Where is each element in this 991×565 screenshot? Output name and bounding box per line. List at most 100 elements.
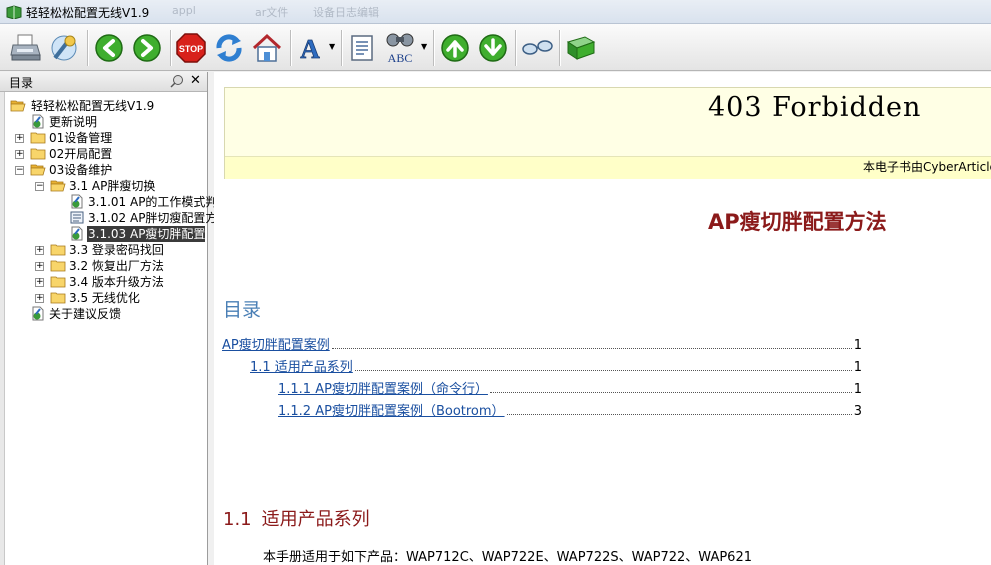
- toolbar-separator: [559, 30, 560, 66]
- pin-icon[interactable]: [170, 74, 184, 88]
- binoculars-icon: ABC: [386, 33, 414, 65]
- ghost-tab: ar文件: [255, 6, 289, 19]
- main-toolbar: STOP A ▼ ABC ▼: [0, 24, 991, 71]
- tree-item-label: 02开局配置: [49, 147, 113, 161]
- expand-icon[interactable]: +: [35, 262, 44, 271]
- tree-item-label: 01设备管理: [49, 131, 113, 145]
- find-dropdown-icon[interactable]: ▼: [421, 42, 427, 51]
- arrow-up-icon: [441, 34, 469, 62]
- bookmark-button[interactable]: [564, 31, 598, 65]
- book-icon: [566, 36, 596, 60]
- toc-leader: [354, 359, 852, 371]
- close-icon[interactable]: ✕: [190, 73, 201, 88]
- highlight-button[interactable]: [520, 31, 554, 65]
- ghost-tab: appl: [172, 4, 196, 17]
- book-app-icon: [6, 5, 22, 19]
- stop-button[interactable]: STOP: [175, 31, 207, 65]
- print-button[interactable]: [9, 31, 43, 65]
- font-button[interactable]: A: [295, 31, 329, 65]
- toc-page-number: 1: [853, 360, 862, 375]
- find-button[interactable]: ABC: [382, 31, 420, 65]
- tree-item-label: 更新说明: [49, 115, 98, 129]
- toc-page-number: 3: [853, 404, 862, 419]
- arrow-down-icon: [479, 34, 507, 62]
- body-paragraph: 本手册适用于如下产品：WAP712C、WAP722E、WAP722S、WAP72…: [263, 550, 752, 565]
- expand-icon[interactable]: +: [15, 134, 24, 143]
- toc-link[interactable]: 1.1.1 AP瘦切胖配置案例（命令行）: [278, 378, 488, 397]
- expand-icon[interactable]: +: [35, 294, 44, 303]
- folder-icon: [50, 276, 66, 288]
- tree-item-label: 3.1.03 AP瘦切胖配置案: [87, 226, 205, 242]
- toc-entry[interactable]: 1.1.2 AP瘦切胖配置案例（Bootrom） 3: [278, 400, 862, 419]
- notes-icon: [351, 35, 373, 61]
- tools-icon: [51, 35, 77, 61]
- document-view: 403 Forbidden 本电子书由CyberArticle AP瘦切胖配置方…: [214, 72, 991, 565]
- tree-item-label: 03设备维护: [49, 163, 113, 177]
- toc-link[interactable]: 1.1.2 AP瘦切胖配置案例（Bootrom）: [278, 400, 505, 419]
- glasses-icon: [522, 40, 553, 55]
- folder-icon: [30, 148, 46, 160]
- back-button[interactable]: [93, 31, 125, 65]
- notes-button[interactable]: [346, 31, 378, 65]
- section-title: 适用产品系列: [261, 509, 370, 530]
- toolbar-separator: [341, 30, 342, 66]
- folder-icon: [50, 260, 66, 272]
- stop-label: STOP: [179, 44, 203, 54]
- toolbar-separator: [515, 30, 516, 66]
- printer-icon: [10, 34, 41, 61]
- find-button-label: ABC: [388, 51, 413, 65]
- toc-panel-header: 目录 ✕: [0, 72, 207, 92]
- font-button-label: A: [300, 34, 320, 63]
- toc-panel: 目录 ✕ 轻轻松松配置无线V1.9 更新说明 + 01设备管理 + 02开局配置…: [0, 72, 217, 565]
- section-heading: 1.1 适用产品系列: [223, 505, 370, 531]
- help-page-icon: [32, 114, 44, 129]
- toolbar-separator: [433, 30, 434, 66]
- section-number: 1.1: [223, 509, 252, 530]
- toc-link[interactable]: 1.1 适用产品系列: [250, 356, 353, 375]
- tree-item-label: 3.3 登录密码找回: [69, 243, 164, 257]
- next-topic-button[interactable]: [477, 31, 509, 65]
- toc-page-number: 1: [853, 338, 862, 353]
- folder-open-icon: [30, 164, 46, 176]
- toc-leader: [489, 381, 852, 393]
- options-button[interactable]: [46, 31, 82, 65]
- tree-item-label: 3.2 恢复出厂方法: [69, 259, 164, 273]
- font-size-icon: A: [300, 34, 321, 63]
- error-title: 403 Forbidden: [708, 92, 922, 123]
- toc-leader: [331, 337, 852, 349]
- collapse-icon[interactable]: −: [15, 166, 24, 175]
- expand-icon[interactable]: +: [35, 278, 44, 287]
- collapse-icon[interactable]: −: [35, 182, 44, 191]
- toc-heading: 目录: [223, 299, 262, 321]
- forward-button[interactable]: [131, 31, 163, 65]
- folder-icon: [30, 132, 46, 144]
- home-icon: [252, 33, 282, 62]
- toc-entry[interactable]: AP瘦切胖配置案例 1: [222, 334, 862, 353]
- expand-icon[interactable]: +: [35, 246, 44, 255]
- toc-leader: [506, 403, 852, 415]
- toc-entry[interactable]: 1.1 适用产品系列 1: [250, 356, 862, 375]
- tree-item-label: 3.1.01 AP的工作模式判: [88, 195, 218, 209]
- expand-icon[interactable]: +: [15, 150, 24, 159]
- document-title: AP瘦切胖配置方法: [708, 210, 887, 234]
- ghost-tab: 设备日志编辑: [313, 6, 379, 19]
- toc-entry[interactable]: 1.1.1 AP瘦切胖配置案例（命令行） 1: [278, 378, 862, 397]
- toolbar-separator: [87, 30, 88, 66]
- folder-open-icon: [10, 100, 26, 112]
- refresh-icon: [216, 34, 242, 62]
- tree-item-label: 3.5 无线优化: [69, 291, 140, 305]
- help-page-icon: [71, 194, 83, 209]
- home-button[interactable]: [250, 31, 284, 65]
- refresh-button[interactable]: [212, 31, 246, 65]
- help-page-icon: [71, 226, 83, 241]
- font-dropdown-icon[interactable]: ▼: [329, 42, 335, 51]
- prev-topic-button[interactable]: [439, 31, 471, 65]
- arrow-left-icon: [95, 34, 123, 62]
- error-subtitle: 本电子书由CyberArticle: [863, 160, 991, 174]
- folder-icon: [50, 244, 66, 256]
- tree-item-label: 3.1 AP胖瘦切换: [69, 179, 156, 193]
- panel-edge: [0, 92, 5, 565]
- toc-page-number: 1: [853, 382, 862, 397]
- toc-link[interactable]: AP瘦切胖配置案例: [222, 334, 330, 353]
- tree-item-label: 轻轻松松配置无线V1.9: [31, 99, 155, 113]
